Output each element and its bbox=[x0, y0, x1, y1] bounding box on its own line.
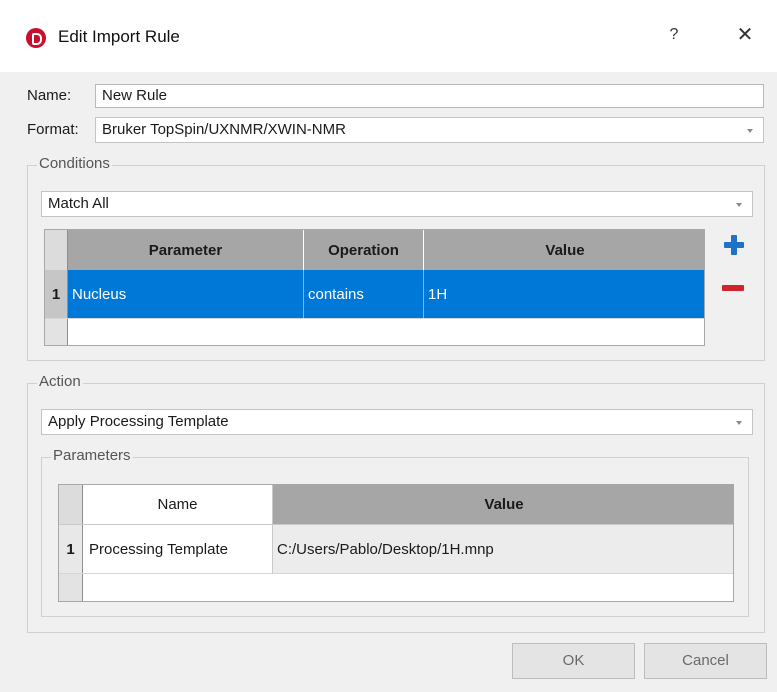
cancel-button[interactable]: Cancel bbox=[644, 643, 767, 679]
parameters-legend: Parameters bbox=[51, 447, 133, 464]
action-dropdown[interactable]: Apply Processing Template bbox=[41, 409, 753, 435]
cell-value[interactable]: 1H bbox=[424, 270, 704, 318]
format-dropdown[interactable]: Bruker TopSpin/UXNMR/XWIN-NMR bbox=[95, 117, 764, 143]
format-value: Bruker TopSpin/UXNMR/XWIN-NMR bbox=[102, 121, 346, 138]
cell-name[interactable]: Processing Template bbox=[83, 525, 273, 573]
ok-button[interactable]: OK bbox=[512, 643, 635, 679]
cell-operation[interactable]: contains bbox=[304, 270, 424, 318]
name-field[interactable]: New Rule bbox=[95, 84, 764, 108]
table-header: Name Value bbox=[59, 485, 733, 525]
table-row-empty bbox=[45, 318, 704, 345]
match-mode-dropdown[interactable]: Match All bbox=[41, 191, 753, 217]
dialog-title: Edit Import Rule bbox=[58, 27, 180, 46]
cell-parameter[interactable]: Nucleus bbox=[68, 270, 304, 318]
format-label: Format: bbox=[27, 121, 79, 138]
row-header-corner bbox=[59, 485, 83, 524]
column-header-name[interactable]: Name bbox=[83, 485, 273, 524]
row-number-empty bbox=[59, 574, 83, 601]
column-header-value[interactable]: Value bbox=[273, 485, 733, 524]
chevron-down-icon bbox=[736, 421, 742, 425]
title-bar: Edit Import Rule ? ✕ bbox=[0, 0, 777, 72]
action-legend: Action bbox=[37, 373, 83, 390]
name-label: Name: bbox=[27, 87, 72, 104]
conditions-table[interactable]: Parameter Operation Value 1 Nucleus cont… bbox=[44, 229, 705, 346]
row-number: 1 bbox=[59, 525, 83, 573]
row-number: 1 bbox=[45, 270, 68, 318]
column-header-operation[interactable]: Operation bbox=[304, 230, 424, 270]
table-row-empty bbox=[59, 573, 733, 601]
table-row[interactable]: 1 Processing Template C:/Users/Pablo/Des… bbox=[59, 525, 733, 573]
column-header-parameter[interactable]: Parameter bbox=[68, 230, 304, 270]
row-number-empty bbox=[45, 319, 68, 345]
add-condition-button[interactable] bbox=[724, 235, 744, 255]
app-logo-icon bbox=[26, 28, 46, 48]
table-row[interactable]: 1 Nucleus contains 1H bbox=[45, 270, 704, 318]
match-mode-value: Match All bbox=[48, 195, 109, 212]
chevron-down-icon bbox=[736, 203, 742, 207]
chevron-down-icon bbox=[747, 129, 753, 133]
column-header-value[interactable]: Value bbox=[424, 230, 704, 270]
parameters-table[interactable]: Name Value 1 Processing Template C:/User… bbox=[58, 484, 734, 602]
close-button[interactable]: ✕ bbox=[732, 22, 758, 48]
cell-value[interactable]: C:/Users/Pablo/Desktop/1H.mnp bbox=[273, 525, 733, 573]
table-header: Parameter Operation Value bbox=[45, 230, 704, 270]
remove-condition-button[interactable] bbox=[722, 285, 744, 291]
conditions-legend: Conditions bbox=[37, 155, 112, 172]
help-button[interactable]: ? bbox=[662, 22, 686, 48]
row-header-corner bbox=[45, 230, 68, 270]
action-value: Apply Processing Template bbox=[48, 413, 229, 430]
